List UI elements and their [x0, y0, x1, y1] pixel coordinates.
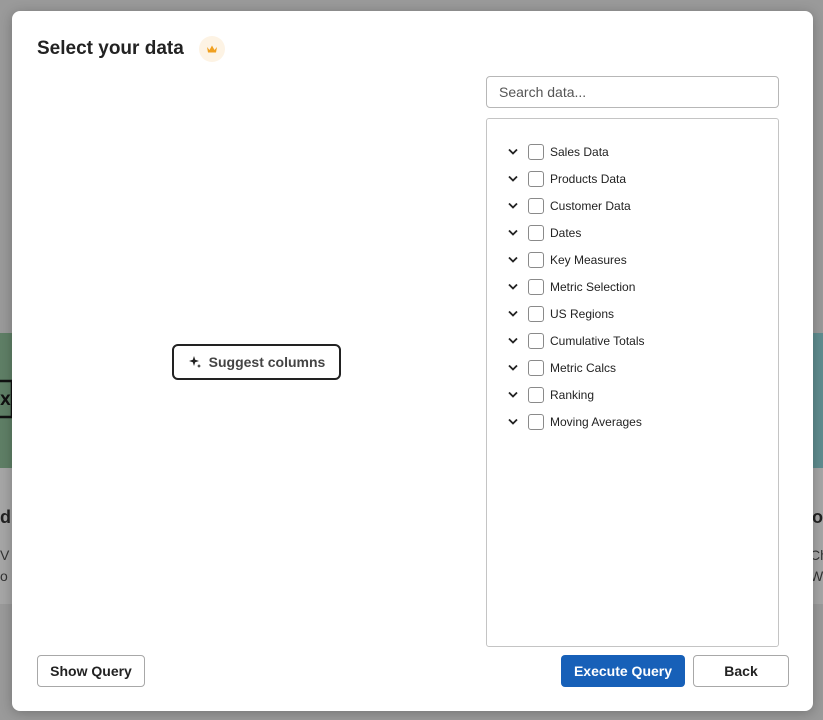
tree-item-label: Key Measures — [550, 252, 627, 267]
tree-item[interactable]: Key Measures — [487, 246, 778, 273]
tree-item-label: Sales Data — [550, 144, 609, 159]
chevron-down-icon[interactable] — [507, 362, 519, 374]
suggest-columns-label: Suggest columns — [208, 354, 326, 370]
tree-item-checkbox[interactable] — [528, 224, 544, 241]
select-data-modal: Select your data Suggest columns Sales D… — [12, 11, 813, 711]
modal-title: Select your data — [37, 38, 184, 59]
tree-item[interactable]: Sales Data — [487, 138, 778, 165]
tree-item[interactable]: Cumulative Totals — [487, 327, 778, 354]
chevron-down-icon[interactable] — [507, 416, 519, 428]
tree-item-checkbox[interactable] — [528, 359, 544, 376]
tree-item-label: Moving Averages — [550, 414, 642, 429]
tree-item[interactable]: Moving Averages — [487, 408, 778, 435]
svg-text:X: X — [0, 393, 11, 409]
tree-item[interactable]: Dates — [487, 219, 778, 246]
tree-item-label: US Regions — [550, 306, 615, 321]
tree-item-label: Cumulative Totals — [550, 333, 645, 348]
tree-item-checkbox[interactable] — [528, 413, 544, 430]
sparkle-icon — [188, 356, 201, 368]
tree-item-label: Products Data — [550, 171, 627, 186]
crown-icon — [199, 36, 225, 62]
tree-item[interactable]: US Regions — [487, 300, 778, 327]
chevron-down-icon[interactable] — [507, 281, 519, 293]
data-tree-panel: Sales Data Products Data Customer Data Date… — [486, 118, 779, 647]
tree-item-checkbox[interactable] — [528, 386, 544, 403]
back-button[interactable]: Back — [693, 655, 789, 687]
tree-item[interactable]: Metric Selection — [487, 273, 778, 300]
background-left-line1: V — [0, 547, 10, 563]
chevron-down-icon[interactable] — [507, 389, 519, 401]
tree-item-checkbox[interactable] — [528, 197, 544, 214]
chevron-down-icon[interactable] — [507, 146, 519, 158]
data-tree-list: Sales Data Products Data Customer Data Date… — [487, 119, 778, 435]
tree-item-label: Dates — [550, 225, 582, 240]
tree-item[interactable]: Ranking — [487, 381, 778, 408]
tree-item[interactable]: Customer Data — [487, 192, 778, 219]
show-query-button[interactable]: Show Query — [37, 655, 145, 687]
chevron-down-icon[interactable] — [507, 173, 519, 185]
tree-item-label: Metric Selection — [550, 279, 636, 294]
chevron-down-icon[interactable] — [507, 200, 519, 212]
tree-item-checkbox[interactable] — [528, 305, 544, 322]
chevron-down-icon[interactable] — [507, 254, 519, 266]
suggest-columns-button[interactable]: Suggest columns — [172, 344, 341, 380]
background-right-heading: o — [812, 507, 823, 527]
tree-item[interactable]: Products Data — [487, 165, 778, 192]
chevron-down-icon[interactable] — [507, 308, 519, 320]
chevron-down-icon[interactable] — [507, 335, 519, 347]
tree-item-checkbox[interactable] — [528, 332, 544, 349]
tree-item-label: Metric Calcs — [550, 360, 617, 375]
tree-item[interactable]: Metric Calcs — [487, 354, 778, 381]
search-data-input[interactable] — [486, 76, 779, 108]
chevron-down-icon[interactable] — [507, 227, 519, 239]
tree-item-label: Ranking — [550, 387, 595, 402]
tree-item-checkbox[interactable] — [528, 278, 544, 295]
tree-item-label: Customer Data — [550, 198, 631, 213]
tree-item-checkbox[interactable] — [528, 170, 544, 187]
execute-query-button[interactable]: Execute Query — [561, 655, 685, 687]
tree-item-checkbox[interactable] — [528, 143, 544, 160]
tree-item-checkbox[interactable] — [528, 251, 544, 268]
